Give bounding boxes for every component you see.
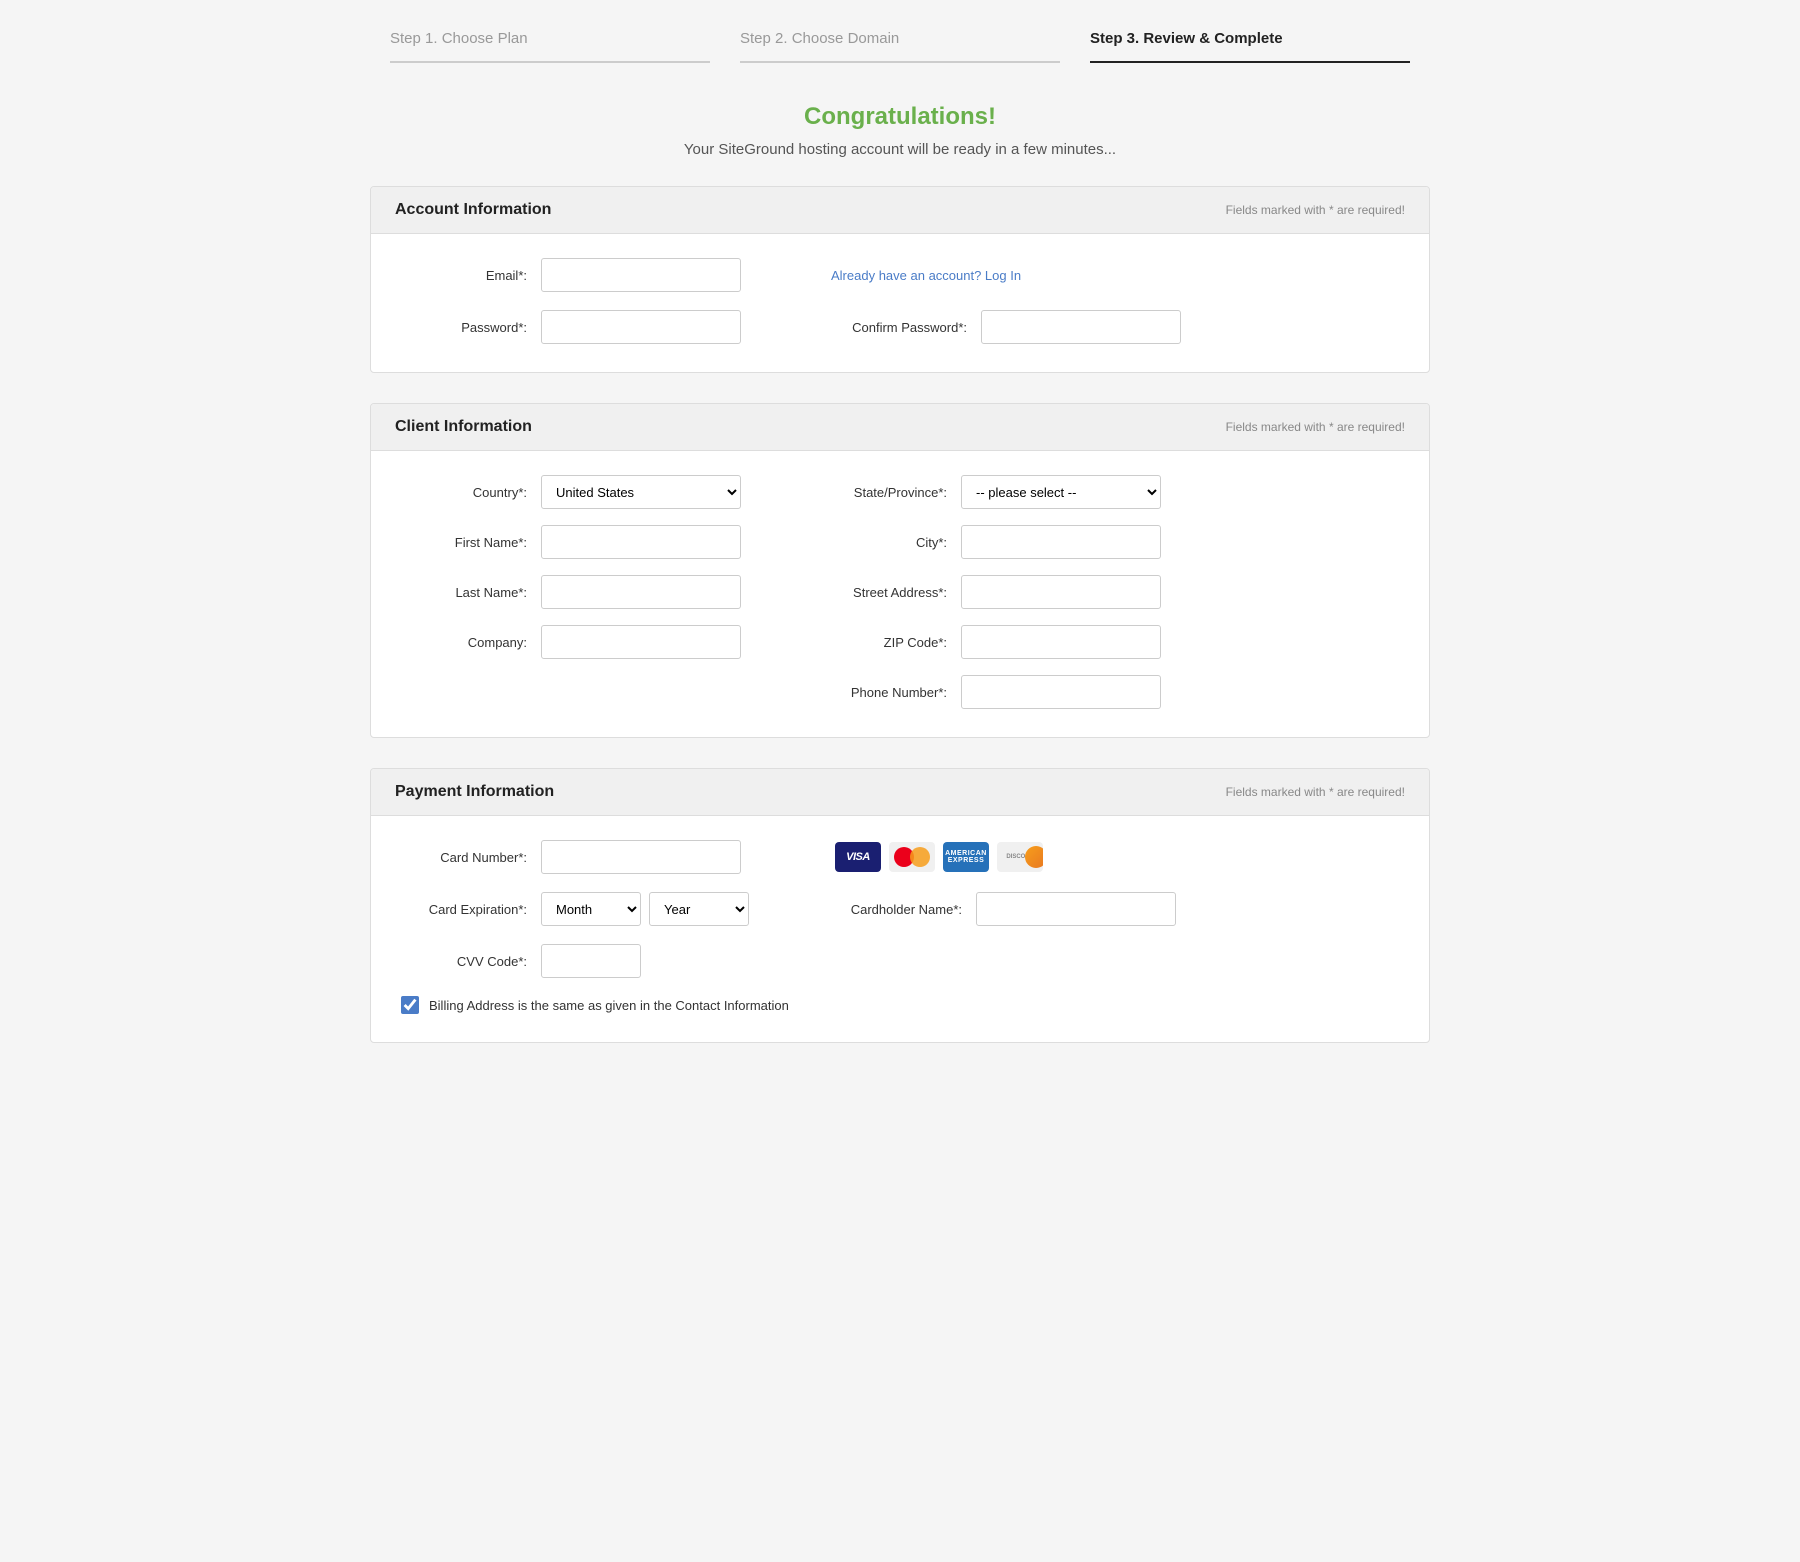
step1-label: Step 1. Choose Plan	[390, 30, 528, 53]
cardholder-label: Cardholder Name*:	[821, 902, 976, 917]
step2-label: Step 2. Choose Domain	[740, 30, 899, 53]
email-left: Email*:	[401, 258, 821, 292]
state-label: State/Province*:	[821, 485, 961, 500]
street-label: Street Address*:	[821, 585, 961, 600]
password-right: Confirm Password*:	[821, 310, 1399, 344]
email-label: Email*:	[401, 268, 541, 283]
client-required-note: Fields marked with * are required!	[1226, 420, 1405, 434]
country-select[interactable]: United States Canada United Kingdom	[541, 475, 741, 509]
phone-group: Phone Number*:	[821, 675, 1399, 709]
firstname-group: First Name*:	[401, 525, 821, 559]
cardholder-group: Cardholder Name*:	[821, 892, 1399, 926]
payment-title: Payment Information	[395, 783, 554, 801]
payment-card: Payment Information Fields marked with *…	[370, 768, 1430, 1043]
step3: Step 3. Review & Complete	[1090, 30, 1410, 63]
street-input[interactable]	[961, 575, 1161, 609]
company-input[interactable]	[541, 625, 741, 659]
step2: Step 2. Choose Domain	[740, 30, 1060, 63]
stepper: Step 1. Choose Plan Step 2. Choose Domai…	[370, 20, 1430, 63]
client-body: Country*: United States Canada United Ki…	[371, 451, 1429, 737]
account-title: Account Information	[395, 201, 551, 219]
year-select[interactable]: Year 2024202520262027 2028202920302031 2…	[649, 892, 749, 926]
confirm-password-label: Confirm Password*:	[821, 320, 981, 335]
cardnumber-label: Card Number*:	[401, 850, 541, 865]
card-icons: VISA AMERICANEXPRESS DISCOVER	[835, 842, 1043, 872]
cardnumber-input[interactable]	[541, 840, 741, 874]
lastname-street-row: Last Name*: Street Address*:	[401, 575, 1399, 609]
expiry-label: Card Expiration*:	[401, 902, 541, 917]
city-input[interactable]	[961, 525, 1161, 559]
cvv-group: CVV Code*:	[401, 944, 821, 978]
confirm-password-input[interactable]	[981, 310, 1181, 344]
cardholder-input[interactable]	[976, 892, 1176, 926]
payment-header: Payment Information Fields marked with *…	[371, 769, 1429, 816]
client-title: Client Information	[395, 418, 532, 436]
country-label: Country*:	[401, 485, 541, 500]
month-select[interactable]: Month 01020304 05060708 09101112	[541, 892, 641, 926]
password-left: Password*:	[401, 310, 821, 344]
billing-checkbox-label: Billing Address is the same as given in …	[429, 998, 789, 1013]
already-login-link[interactable]: Already have an account? Log In	[831, 268, 1021, 283]
country-state-row: Country*: United States Canada United Ki…	[401, 475, 1399, 509]
congrats-section: Congratulations! Your SiteGround hosting…	[370, 103, 1430, 158]
congrats-title: Congratulations!	[370, 103, 1430, 131]
account-required-note: Fields marked with * are required!	[1226, 203, 1405, 217]
street-group: Street Address*:	[821, 575, 1399, 609]
lastname-input[interactable]	[541, 575, 741, 609]
payment-required-note: Fields marked with * are required!	[1226, 785, 1405, 799]
password-input[interactable]	[541, 310, 741, 344]
client-header: Client Information Fields marked with * …	[371, 404, 1429, 451]
company-zip-row: Company: ZIP Code*:	[401, 625, 1399, 659]
email-row: Email*: Already have an account? Log In	[401, 258, 1399, 292]
phone-input[interactable]	[961, 675, 1161, 709]
expiry-group: Card Expiration*: Month 01020304 0506070…	[401, 892, 821, 926]
account-body: Email*: Already have an account? Log In …	[371, 234, 1429, 372]
country-group: Country*: United States Canada United Ki…	[401, 475, 821, 509]
step3-label: Step 3. Review & Complete	[1090, 30, 1283, 53]
cardnumber-row: Card Number*: VISA AMERICANEXPRESS DISCO…	[401, 840, 1399, 874]
cvv-label: CVV Code*:	[401, 954, 541, 969]
zip-label: ZIP Code*:	[821, 635, 961, 650]
state-group: State/Province*: -- please select -- Ala…	[821, 475, 1399, 509]
company-group: Company:	[401, 625, 821, 659]
zip-input[interactable]	[961, 625, 1161, 659]
company-label: Company:	[401, 635, 541, 650]
discover-icon: DISCOVER	[997, 842, 1043, 872]
lastname-group: Last Name*:	[401, 575, 821, 609]
cvv-row: CVV Code*:	[401, 944, 1399, 978]
cardnumber-group: Card Number*:	[401, 840, 821, 874]
cvv-input[interactable]	[541, 944, 641, 978]
email-input[interactable]	[541, 258, 741, 292]
state-select[interactable]: -- please select -- Alabama Alaska Calif…	[961, 475, 1161, 509]
email-right: Already have an account? Log In	[821, 268, 1399, 283]
firstname-input[interactable]	[541, 525, 741, 559]
phone-row: Phone Number*:	[401, 675, 1399, 709]
phone-label: Phone Number*:	[821, 685, 961, 700]
billing-checkbox[interactable]	[401, 996, 419, 1014]
step1: Step 1. Choose Plan	[390, 30, 710, 63]
client-card: Client Information Fields marked with * …	[370, 403, 1430, 738]
city-label: City*:	[821, 535, 961, 550]
cc-icons-group: VISA AMERICANEXPRESS DISCOVER	[821, 842, 1399, 872]
amex-icon: AMERICANEXPRESS	[943, 842, 989, 872]
firstname-label: First Name*:	[401, 535, 541, 550]
mastercard-icon	[889, 842, 935, 872]
payment-body: Card Number*: VISA AMERICANEXPRESS DISCO…	[371, 816, 1429, 1042]
city-group: City*:	[821, 525, 1399, 559]
firstname-city-row: First Name*: City*:	[401, 525, 1399, 559]
visa-icon: VISA	[835, 842, 881, 872]
password-label: Password*:	[401, 320, 541, 335]
account-card: Account Information Fields marked with *…	[370, 186, 1430, 373]
billing-checkbox-row: Billing Address is the same as given in …	[401, 996, 1399, 1014]
account-header: Account Information Fields marked with *…	[371, 187, 1429, 234]
zip-group: ZIP Code*:	[821, 625, 1399, 659]
expiry-row: Card Expiration*: Month 01020304 0506070…	[401, 892, 1399, 926]
lastname-label: Last Name*:	[401, 585, 541, 600]
password-row: Password*: Confirm Password*:	[401, 310, 1399, 344]
congrats-subtitle: Your SiteGround hosting account will be …	[370, 141, 1430, 158]
